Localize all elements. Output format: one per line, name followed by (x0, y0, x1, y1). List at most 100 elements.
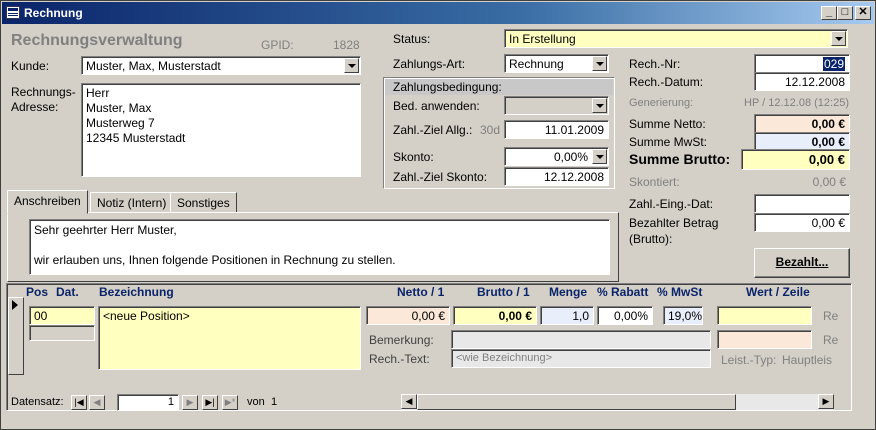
payment-type-label: Zahlungs-Art: (393, 57, 466, 71)
invoice-text-field[interactable]: <wie Bezeichnung> (451, 349, 711, 368)
payment-date-label: Zahl.-Eing.-Dat: (629, 197, 714, 211)
record-total: 1 (271, 396, 278, 408)
tab-notiz-intern[interactable]: Notiz (Intern) (90, 192, 174, 213)
new-record-button[interactable]: ▶* (222, 395, 238, 410)
payment-type-select[interactable]: Rechnung (504, 54, 609, 73)
letter-text-field[interactable]: Sehr geehrter Herr Muster, wir erlauben … (29, 219, 610, 275)
chevron-down-icon[interactable] (831, 31, 846, 46)
invoice-date-label: Rech.-Datum: (629, 75, 704, 89)
payment-conditions-title: Zahlungsbedingung: (393, 80, 502, 94)
paid-button[interactable]: Bezahlt... (754, 248, 850, 278)
column-header-dat: Dat. (56, 285, 79, 299)
record-of-label: von (247, 396, 265, 408)
record-number-field[interactable]: 1 (117, 394, 179, 411)
close-button[interactable]: ✕ (855, 6, 871, 20)
skonto-due-label: Zahl.-Ziel Skonto: (393, 170, 488, 184)
address-line: Musterweg 7 (86, 116, 155, 130)
skonto-label: Skonto: (393, 150, 434, 164)
billing-address-field[interactable]: Herr Muster, Max Musterweg 7 12345 Muste… (81, 83, 361, 177)
tab-sonstiges[interactable]: Sonstiges (170, 192, 237, 213)
due-label: Zahl.-Ziel Allg.: (393, 123, 473, 137)
invoice-window: Rechnung _ □ ✕ Rechnungsverwaltung GPID:… (0, 0, 876, 430)
address-line: Herr (86, 86, 110, 100)
position-discount-field[interactable]: 0,00% (597, 306, 653, 325)
generation-label: Generierung: (629, 97, 694, 109)
chevron-down-icon[interactable] (592, 149, 607, 164)
invoice-nr-label: Rech.-Nr: (629, 57, 681, 71)
page-title: Rechnungsverwaltung (11, 32, 183, 49)
column-header-pos: Pos (26, 285, 49, 299)
status-select[interactable]: In Erstellung (504, 29, 848, 48)
address-line: Muster, Max (86, 101, 152, 115)
column-header-wert: Wert / Zeile (746, 285, 810, 299)
first-record-button[interactable]: |◀ (71, 395, 87, 410)
service-type-value: Hauptleis (782, 353, 833, 367)
generation-value: HP / 12.12.08 (12:25) (744, 97, 849, 109)
scrollbar-thumb[interactable] (417, 394, 736, 410)
column-header-bezeichnung: Bezeichnung (99, 285, 174, 299)
position-value-field (717, 306, 812, 325)
apply-conditions-label: Bed. anwenden: (393, 99, 480, 113)
customer-value: Muster, Max, Musterstadt (86, 59, 221, 73)
chevron-down-icon[interactable] (344, 58, 359, 73)
address-label-1: Rechnungs- (11, 85, 76, 99)
tab-anschreiben[interactable]: Anschreiben (7, 190, 88, 214)
due-date-field[interactable]: 11.01.2009 (504, 120, 609, 139)
sum-gross-label: Summe Brutto: (629, 151, 731, 167)
payment-date-field[interactable] (754, 194, 850, 213)
column-header-mwst: % MwSt (657, 285, 703, 299)
service-type-label: Leist.-Typ: (721, 353, 777, 367)
address-line: 12345 Musterstadt (86, 131, 186, 145)
chevron-down-icon[interactable] (592, 56, 607, 71)
last-record-button[interactable]: ▶| (202, 395, 218, 410)
due-days: 30d (480, 123, 501, 137)
sum-net-label: Summe Netto: (629, 117, 706, 131)
next-record-button[interactable]: ▶ (182, 395, 198, 410)
gpid-label: GPID: (261, 38, 294, 52)
discounted-label: Skontiert: (629, 175, 680, 189)
remark-field[interactable] (451, 330, 711, 349)
title-bar[interactable]: Rechnung _ □ ✕ (2, 2, 874, 24)
maximize-button[interactable]: □ (837, 6, 853, 20)
re-label-2: Re (823, 333, 839, 347)
paid-amount-field[interactable]: 0,00 € (754, 213, 850, 232)
letter-line-2: wir erlauben uns, Ihnen folgende Positio… (34, 253, 396, 267)
form-icon (6, 6, 20, 19)
position-net-field[interactable]: 0,00 € (366, 306, 450, 325)
customer-select[interactable]: Muster, Max, Musterstadt (81, 56, 361, 75)
position-value-field-2 (717, 330, 812, 349)
chevron-down-icon[interactable] (592, 98, 607, 113)
status-value: In Erstellung (509, 32, 576, 46)
position-quantity-field[interactable]: 1,0 (540, 306, 594, 325)
skonto-value: 0,00% (553, 150, 588, 164)
scroll-right-arrow-icon[interactable]: ▶ (818, 394, 834, 409)
position-date-field[interactable] (29, 325, 95, 341)
position-number-field[interactable]: 00 (29, 306, 95, 325)
column-header-netto: Netto / 1 (397, 285, 445, 299)
payment-type-value: Rechnung (509, 57, 564, 71)
paid-amount-label-1: Bezahlter Betrag (629, 216, 719, 230)
prev-record-button[interactable]: ◀ (89, 395, 105, 410)
position-description-field[interactable]: <neue Position> (98, 306, 361, 370)
re-label-1: Re (823, 309, 839, 323)
minimize-button[interactable]: _ (821, 6, 837, 20)
current-record-arrow-icon (12, 300, 18, 310)
column-header-rabatt: % Rabatt (597, 285, 649, 299)
invoice-date-field[interactable]: 12.12.2008 (754, 72, 850, 91)
customer-label: Kunde: (11, 59, 50, 73)
skonto-due-field[interactable]: 12.12.2008 (504, 167, 609, 186)
paid-amount-label-2: (Brutto): (629, 232, 673, 246)
letter-line-1: Sehr geehrter Herr Muster, (34, 223, 177, 237)
scroll-left-arrow-icon[interactable]: ◀ (401, 394, 417, 409)
remark-label: Bemerkung: (369, 333, 434, 347)
position-gross-field[interactable]: 0,00 € (453, 306, 537, 325)
invoice-nr-field[interactable]: 029 (754, 54, 850, 73)
skonto-select[interactable]: 0,00% (504, 147, 609, 166)
apply-conditions-select[interactable] (504, 96, 609, 115)
position-vat-field[interactable]: 19,0% (663, 306, 703, 325)
address-label-2: Adresse: (11, 100, 59, 114)
column-header-brutto: Brutto / 1 (477, 285, 530, 299)
discounted-value: 0,00 € (812, 175, 846, 189)
gpid-value: 1828 (333, 38, 360, 52)
sum-gross-field: 0,00 € (741, 149, 850, 170)
